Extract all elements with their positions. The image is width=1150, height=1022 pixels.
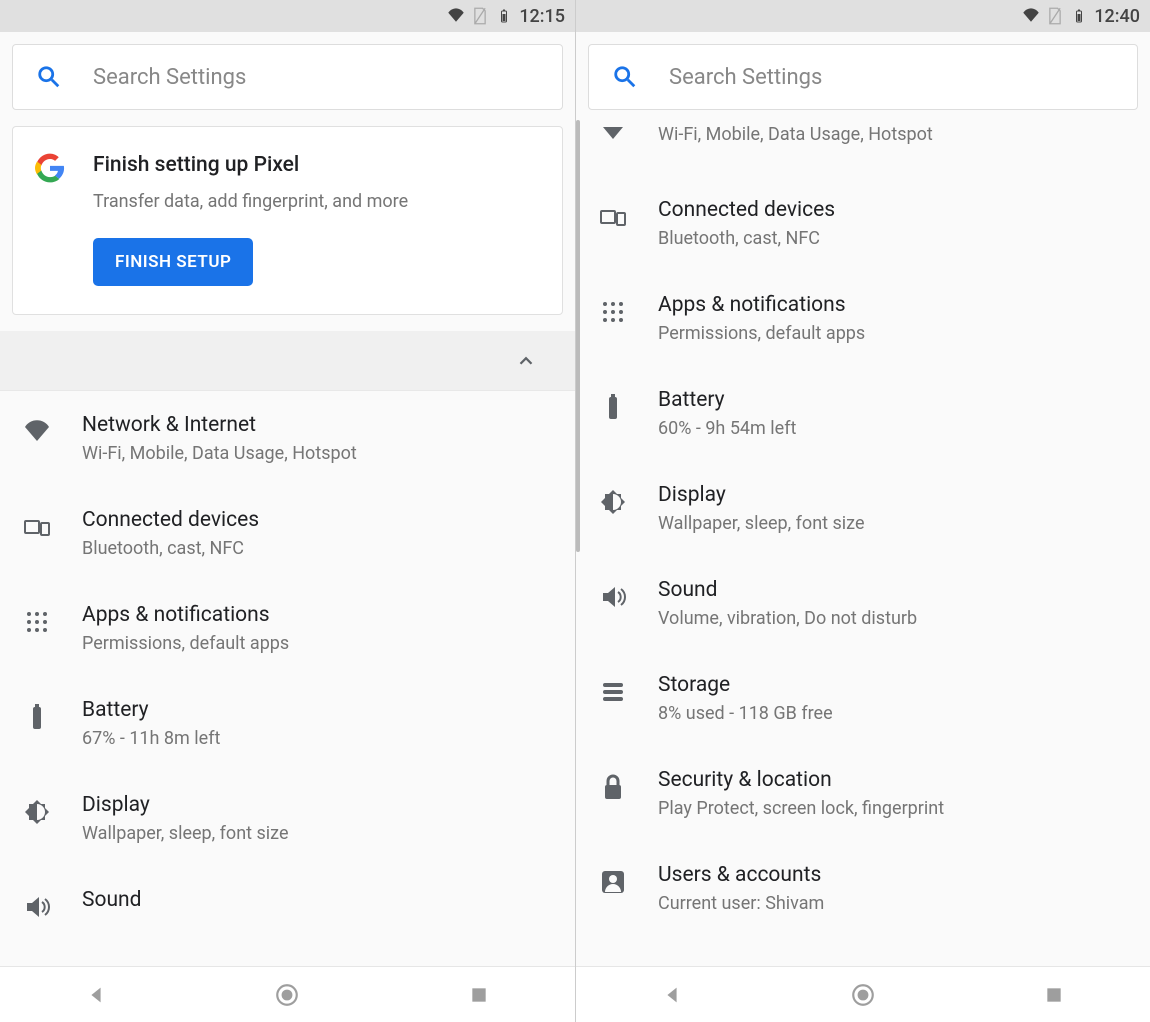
setup-card-subtitle: Transfer data, add fingerprint, and more [93, 191, 540, 212]
settings-list[interactable]: Network & Internet Wi-Fi, Mobile, Data Us… [0, 391, 575, 966]
setup-suggestion-card[interactable]: Finish setting up Pixel Transfer data, a… [12, 126, 563, 315]
status-clock: 12:40 [1094, 6, 1140, 27]
item-subtitle: Permissions, default apps [658, 323, 865, 344]
settings-item-wifi-down[interactable]: Wi-Fi, Mobile, Data Usage, Hotspot [576, 124, 1150, 176]
item-title: Battery [82, 698, 220, 722]
settings-item-users-accounts[interactable]: Users & accounts Current user: Shivam [576, 841, 1150, 936]
item-subtitle: Wallpaper, sleep, font size [82, 823, 289, 844]
google-logo-icon [35, 153, 65, 183]
settings-item-security-location[interactable]: Security & location Play Protect, screen … [576, 746, 1150, 841]
item-subtitle: Play Protect, screen lock, fingerprint [658, 798, 944, 819]
no-sim-icon [1046, 7, 1064, 25]
item-subtitle: Bluetooth, cast, NFC [658, 228, 835, 249]
item-title: Connected devices [658, 198, 835, 222]
navigation-bar [576, 966, 1150, 1022]
devices-icon [598, 202, 628, 232]
settings-item-sound[interactable]: Sound [0, 866, 575, 928]
search-placeholder: Search Settings [669, 65, 822, 90]
pane-left: 12:15 Search Settings Finish setting up … [0, 0, 575, 1022]
search-settings[interactable]: Search Settings [588, 44, 1138, 110]
finish-setup-button[interactable]: FINISH SETUP [93, 238, 253, 286]
item-subtitle: Wi-Fi, Mobile, Data Usage, Hotspot [82, 443, 357, 464]
settings-item-apps-notifications[interactable]: Apps & notifications Permissions, default… [0, 581, 575, 676]
item-subtitle: Current user: Shivam [658, 893, 824, 914]
scrollbar[interactable] [576, 120, 580, 552]
apps-icon [598, 297, 628, 327]
item-title: Security & location [658, 768, 944, 792]
item-title: Display [658, 483, 865, 507]
battery-icon [22, 702, 52, 732]
storage-icon [598, 677, 628, 707]
setup-card-title: Finish setting up Pixel [93, 153, 540, 177]
lock-icon [598, 772, 628, 802]
collapse-suggestions[interactable] [0, 331, 575, 391]
nav-recents-button[interactable] [463, 979, 495, 1011]
wifi-status-icon [1022, 7, 1040, 25]
item-subtitle: Wallpaper, sleep, font size [658, 513, 865, 534]
apps-icon [22, 607, 52, 637]
display-icon [22, 797, 52, 827]
nav-home-button[interactable] [271, 979, 303, 1011]
item-title: Battery [658, 388, 796, 412]
sound-icon [598, 582, 628, 612]
search-icon [35, 63, 63, 91]
item-title: Display [82, 793, 289, 817]
item-subtitle: Wi-Fi, Mobile, Data Usage, Hotspot [658, 124, 933, 145]
item-title: Users & accounts [658, 863, 824, 887]
settings-item-network-internet[interactable]: Network & Internet Wi-Fi, Mobile, Data Us… [0, 391, 575, 486]
display-icon [598, 487, 628, 517]
battery-icon [598, 392, 628, 422]
search-placeholder: Search Settings [93, 65, 246, 90]
item-title: Apps & notifications [658, 293, 865, 317]
nav-recents-button[interactable] [1038, 979, 1070, 1011]
item-subtitle: 60% - 9h 54m left [658, 418, 796, 439]
settings-item-sound[interactable]: Sound Volume, vibration, Do not disturb [576, 556, 1150, 651]
item-title: Sound [82, 888, 141, 912]
battery-status-icon [1070, 7, 1088, 25]
item-title: Network & Internet [82, 413, 357, 437]
settings-item-battery[interactable]: Battery 60% - 9h 54m left [576, 366, 1150, 461]
sound-icon [22, 892, 52, 922]
nav-home-button[interactable] [847, 979, 879, 1011]
item-subtitle: Bluetooth, cast, NFC [82, 538, 259, 559]
settings-item-display[interactable]: Display Wallpaper, sleep, font size [576, 461, 1150, 556]
settings-item-battery[interactable]: Battery 67% - 11h 8m left [0, 676, 575, 771]
settings-item-display[interactable]: Display Wallpaper, sleep, font size [0, 771, 575, 866]
settings-item-connected-devices[interactable]: Connected devices Bluetooth, cast, NFC [576, 176, 1150, 271]
nav-back-button[interactable] [656, 979, 688, 1011]
chevron-up-icon [515, 350, 537, 372]
account-icon [598, 867, 628, 897]
no-sim-icon [471, 7, 489, 25]
wifi-icon [22, 417, 52, 447]
settings-item-apps-notifications[interactable]: Apps & notifications Permissions, default… [576, 271, 1150, 366]
devices-icon [22, 512, 52, 542]
battery-status-icon [495, 7, 513, 25]
status-clock: 12:15 [519, 6, 565, 27]
search-icon [611, 63, 639, 91]
item-subtitle: Permissions, default apps [82, 633, 289, 654]
item-title: Storage [658, 673, 833, 697]
status-bar: 12:15 [0, 0, 575, 32]
item-subtitle: 8% used - 118 GB free [658, 703, 833, 724]
nav-back-button[interactable] [80, 979, 112, 1011]
item-title: Apps & notifications [82, 603, 289, 627]
navigation-bar [0, 966, 575, 1022]
wifi-status-icon [447, 7, 465, 25]
wifi-down-icon [598, 124, 628, 154]
item-title: Sound [658, 578, 917, 602]
settings-item-storage[interactable]: Storage 8% used - 118 GB free [576, 651, 1150, 746]
status-bar: 12:40 [576, 0, 1150, 32]
settings-list[interactable]: Wi-Fi, Mobile, Data Usage, Hotspot Connec… [576, 124, 1150, 966]
search-settings[interactable]: Search Settings [12, 44, 563, 110]
settings-item-connected-devices[interactable]: Connected devices Bluetooth, cast, NFC [0, 486, 575, 581]
item-title: Connected devices [82, 508, 259, 532]
pane-right: 12:40 Search Settings Wi-Fi, Mobile, Dat… [575, 0, 1150, 1022]
item-subtitle: 67% - 11h 8m left [82, 728, 220, 749]
item-subtitle: Volume, vibration, Do not disturb [658, 608, 917, 629]
